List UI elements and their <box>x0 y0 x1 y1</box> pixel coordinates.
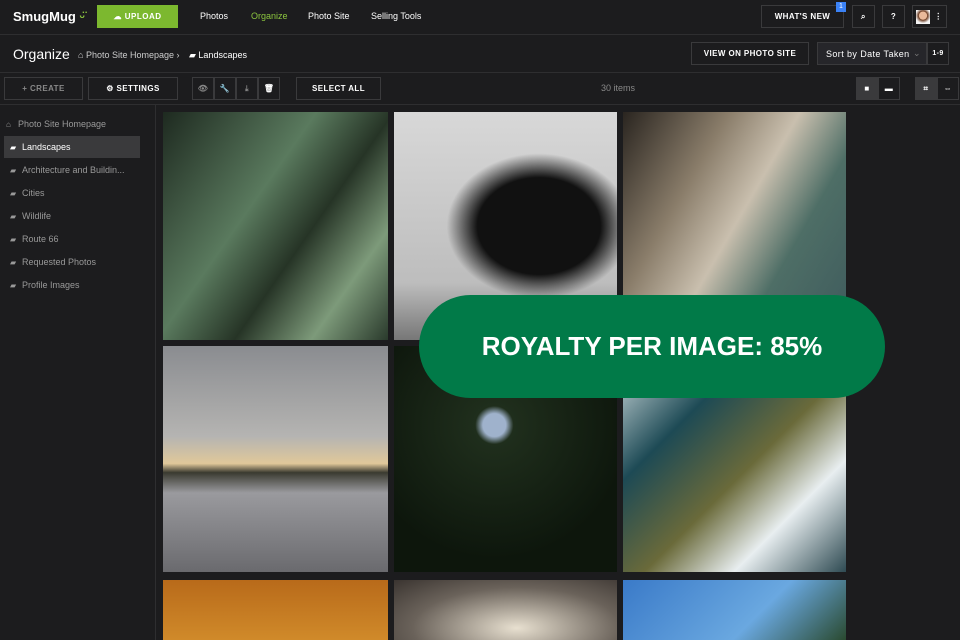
breadcrumb-landscapes[interactable]: ▰ Landscapes <box>189 50 247 61</box>
sidebar-item-route-66[interactable]: ▰ Route 66 <box>4 228 140 250</box>
grid-large-icon[interactable]: ▬ <box>878 77 900 100</box>
avatar <box>916 9 931 24</box>
gallery-icon: ▰ <box>10 165 17 175</box>
nav-selling-tools[interactable]: Selling Tools <box>371 11 421 21</box>
sort-select[interactable]: Sort by Date Taken ⌄ <box>817 42 927 65</box>
sort-direction-button[interactable]: 1-9 <box>927 42 949 65</box>
smugmug-logo[interactable]: SmugMug ᵕ̈ <box>13 9 85 24</box>
sidebar-item-requested-photos[interactable]: ▰ Requested Photos <box>4 251 140 273</box>
gallery-icon: ▰ <box>10 211 17 221</box>
trash-icon[interactable]: 🗑 <box>258 77 280 100</box>
home-icon: ⌂ <box>6 119 11 129</box>
sidebar-item-cities[interactable]: ▰ Cities <box>4 182 140 204</box>
photo-orange-sky[interactable] <box>163 580 388 640</box>
sidebar-item-home[interactable]: ⌂ Photo Site Homepage <box>0 113 136 135</box>
page-title: Organize <box>13 46 70 62</box>
gallery-icon: ▰ <box>10 280 17 290</box>
gallery-icon: ▰ <box>10 234 17 244</box>
upload-button[interactable]: ☁ UPLOAD <box>97 5 178 28</box>
fit-icon[interactable]: ⌗ <box>915 77 937 100</box>
nav-photo-site[interactable]: Photo Site <box>308 11 350 21</box>
select-all-button[interactable]: SELECT ALL <box>296 77 381 100</box>
account-menu[interactable]: ⋮ <box>912 5 947 28</box>
whats-new-button[interactable]: WHAT'S NEW <box>761 5 844 28</box>
photo-lake-sunset[interactable] <box>163 346 388 572</box>
download-icon[interactable]: ⤓ <box>236 77 258 100</box>
gallery-icon: ▰ <box>10 188 17 198</box>
royalty-overlay-banner: ROYALTY PER IMAGE: 85% <box>419 295 885 398</box>
photo-blue-sky-tree[interactable] <box>623 580 846 640</box>
notification-badge: 1 <box>836 2 846 12</box>
grid-small-icon[interactable]: ■ <box>856 77 878 100</box>
photo-cloudy-sun[interactable] <box>394 580 617 640</box>
eye-icon[interactable]: 👁 <box>192 77 214 100</box>
sidebar-item-landscapes[interactable]: ▰ Landscapes <box>4 136 140 158</box>
settings-button[interactable]: ⚙ SETTINGS <box>88 77 178 100</box>
sidebar-item-wildlife[interactable]: ▰ Wildlife <box>4 205 140 227</box>
photo-grass-droplets[interactable] <box>163 112 388 340</box>
nav-organize[interactable]: Organize <box>251 11 288 21</box>
subheader: Organize ⌂ Photo Site Homepage › ▰ Lands… <box>0 35 960 73</box>
sidebar-item-profile-images[interactable]: ▰ Profile Images <box>4 274 140 296</box>
sidebar: ⌂ Photo Site Homepage ▰ Landscapes ▰ Archit… <box>0 105 156 640</box>
sidebar-item-architecture[interactable]: ▰ Architecture and Buildin... <box>4 159 140 181</box>
top-nav: SmugMug ᵕ̈ ☁ UPLOAD Photos Organize Phot… <box>0 0 960 35</box>
gallery-icon: ▰ <box>10 257 17 267</box>
help-icon[interactable]: ? <box>882 5 905 28</box>
fill-icon[interactable]: ⇔ <box>937 77 959 100</box>
gallery-icon: ▰ <box>10 142 17 152</box>
view-on-photo-site-button[interactable]: VIEW ON PHOTO SITE <box>691 42 809 65</box>
create-button[interactable]: + CREATE <box>4 77 83 100</box>
breadcrumb-home[interactable]: ⌂ Photo Site Homepage › <box>78 50 180 60</box>
item-count: 30 items <box>601 83 636 93</box>
search-icon[interactable]: ⌕ <box>852 5 875 28</box>
toolbar: + CREATE ⚙ SETTINGS 👁 🔧 ⤓ 🗑 SELECT ALL 3… <box>0 73 960 105</box>
nav-photos[interactable]: Photos <box>200 11 228 21</box>
wrench-icon[interactable]: 🔧 <box>214 77 236 100</box>
